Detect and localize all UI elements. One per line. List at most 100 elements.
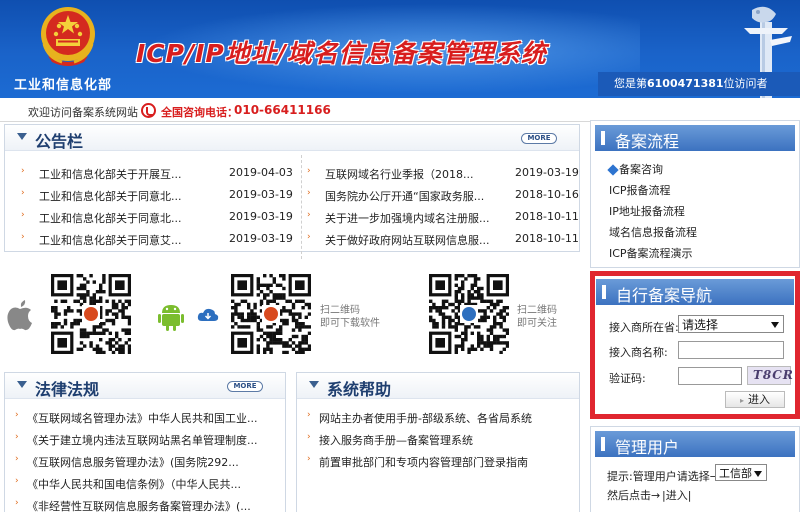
news-title[interactable]: 互联网域名行业季报（2018... <box>325 166 473 182</box>
bullet-icon: › <box>307 410 311 420</box>
process-item-domain[interactable]: 域名信息报备流程 <box>609 224 697 240</box>
bullet-icon: › <box>307 454 311 464</box>
announcement-more-button[interactable]: MORE <box>521 133 557 144</box>
scan-label: 扫二维码 <box>517 305 557 316</box>
law-title[interactable]: 《非经营性互联网信息服务备案管理办法》(... <box>27 498 251 512</box>
law-item[interactable]: › 《互联网信息服务管理办法》(国务院292... <box>15 451 280 471</box>
law-item[interactable]: › 《互联网域名管理办法》中华人民共和国工业... <box>15 407 280 427</box>
law-item[interactable]: › 《关于建立境内违法互联网站黑名单管理制度... <box>15 429 280 449</box>
android-icon[interactable] <box>155 300 187 332</box>
news-row[interactable]: › 工业和信息化部关于同意北... 2019-03-19 <box>21 207 293 227</box>
process-item-ip[interactable]: IP地址报备流程 <box>609 203 685 219</box>
laws-panel: 法律法规 MORE › 《互联网域名管理办法》中华人民共和国工业... › 《关… <box>4 372 286 512</box>
hotline-number: 010-66411166 <box>234 103 331 117</box>
admin-then-click: 然后点击→ <box>607 489 661 502</box>
news-row[interactable]: › 工业和信息化部关于开展互... 2019-04-03 <box>21 163 293 183</box>
bullet-icon: › <box>21 166 25 176</box>
news-row[interactable]: › 关于做好政府网站互联网信息服... 2018-10-11 <box>307 229 579 249</box>
law-title[interactable]: 《中华人民共和国电信条例》（中华人民共... <box>27 476 241 492</box>
help-panel: 系统帮助 › 网站主办者使用手册-部级系统、各省局系统 › 接入服务商手册—备案… <box>296 372 580 512</box>
news-row[interactable]: › 工业和信息化部关于同意艾... 2019-03-19 <box>21 229 293 249</box>
news-row[interactable]: › 互联网域名行业季报（2018... 2019-03-19 <box>307 163 579 183</box>
scan-label: 扫二维码 <box>320 305 360 316</box>
laws-header: 法律法规 MORE <box>5 373 285 399</box>
bullet-icon: › <box>307 432 311 442</box>
hotline-label: 全国咨询电话： <box>161 106 238 119</box>
news-title[interactable]: 工业和信息化部关于开展互... <box>39 166 182 182</box>
bullet-icon: › <box>21 232 25 242</box>
process-title: 备案流程 <box>615 132 680 151</box>
laws-more-button[interactable]: MORE <box>227 381 263 392</box>
admin-select-value: 工信部 <box>719 467 752 480</box>
bullet-icon: › <box>15 432 19 442</box>
page: 工业和信息化部 ICP/IP地址/域名信息备案管理系统 您是第610047138… <box>0 0 800 512</box>
law-title[interactable]: 《互联网域名管理办法》中华人民共和国工业... <box>27 410 258 426</box>
follow-label: 即可关注 <box>517 318 557 329</box>
admin-enter-link[interactable]: |进入| <box>662 487 691 503</box>
qr-code-ios <box>51 274 132 355</box>
admin-select[interactable]: 工信部 <box>715 464 767 481</box>
news-title[interactable]: 工业和信息化部关于同意北... <box>39 210 182 226</box>
process-item-icp[interactable]: ICP报备流程 <box>609 182 671 198</box>
help-item[interactable]: › 前置审批部门和专项内容管理部门登录指南 <box>307 451 572 471</box>
qr-code-wechat <box>429 274 510 355</box>
news-date: 2019-04-03 <box>229 166 293 179</box>
cloud-download-icon[interactable] <box>197 307 219 323</box>
highlight-frame <box>590 271 800 419</box>
process-item-label: 备案咨询 <box>619 163 663 176</box>
qr-pattern <box>51 274 132 355</box>
process-item-consult[interactable]: 备案咨询 <box>607 161 663 177</box>
news-row[interactable]: › 工业和信息化部关于同意北... 2019-03-19 <box>21 185 293 205</box>
news-title[interactable]: 工业和信息化部关于同意北... <box>39 188 182 204</box>
news-date: 2019-03-19 <box>229 210 293 223</box>
bullet-icon: › <box>307 188 311 198</box>
announcement-header: 公告栏 MORE <box>5 125 579 151</box>
law-title[interactable]: 《互联网信息服务管理办法》(国务院292... <box>27 454 239 470</box>
bullet-icon: › <box>307 210 311 220</box>
admin-hint: 提示:管理用户请选择→ <box>607 470 719 483</box>
welcome-text: 欢迎访问备案系统网站 <box>28 106 138 119</box>
org-name: 工业和信息化部 <box>14 78 113 93</box>
welcome-separator: | <box>130 104 134 117</box>
news-title[interactable]: 工业和信息化部关于同意艾... <box>39 232 182 248</box>
help-title[interactable]: 接入服务商手册—备案管理系统 <box>319 432 473 448</box>
help-title[interactable]: 网站主办者使用手册-部级系统、各省局系统 <box>319 410 532 426</box>
welcome-bar: 欢迎访问备案系统网站 | 全国咨询电话： 010-66411166 <box>0 100 800 122</box>
process-panel: 备案流程 备案咨询 ICP报备流程 IP地址报备流程 域名信息报备流程 ICP备… <box>590 120 800 268</box>
process-header: 备案流程 <box>595 125 795 151</box>
chevron-down-icon <box>17 133 27 140</box>
process-item-label: 域名信息报备流程 <box>609 226 697 239</box>
news-date: 2018-10-16 <box>515 188 579 201</box>
apple-icon[interactable] <box>6 298 34 332</box>
visitor-counter: 您是第6100471381位访问者 <box>598 72 800 96</box>
process-item-label: IP地址报备流程 <box>609 205 685 218</box>
law-item[interactable]: › 《非经营性互联网信息服务备案管理办法》(... <box>15 495 280 512</box>
news-row[interactable]: › 关于进一步加强境内域名注册服... 2018-10-11 <box>307 207 579 227</box>
bullet-icon: › <box>21 210 25 220</box>
gem-icon <box>607 164 619 176</box>
process-item-label: ICP报备流程 <box>609 184 671 197</box>
chevron-down-icon <box>309 381 319 388</box>
admin-title: 管理用户 <box>615 438 680 457</box>
news-title[interactable]: 国务院办公厅开通“国家政务服... <box>325 188 484 204</box>
law-title[interactable]: 《关于建立境内违法互联网站黑名单管理制度... <box>27 432 258 448</box>
scan-follow-text: 扫二维码 即可关注 <box>517 304 557 330</box>
news-row[interactable]: › 国务院办公厅开通“国家政务服... 2018-10-16 <box>307 185 579 205</box>
help-item[interactable]: › 接入服务商手册—备案管理系统 <box>307 429 572 449</box>
visitor-suffix: 位访问者 <box>723 77 768 90</box>
bullet-icon: › <box>15 498 19 508</box>
bullet-icon: › <box>21 188 25 198</box>
news-title[interactable]: 关于做好政府网站互联网信息服... <box>325 232 490 248</box>
news-date: 2018-10-11 <box>515 232 579 245</box>
bullet-icon: › <box>15 454 19 464</box>
announcement-divider <box>301 155 302 259</box>
help-title[interactable]: 前置审批部门和专项内容管理部门登录指南 <box>319 454 528 470</box>
process-item-demo[interactable]: ICP备案流程演示 <box>609 245 693 261</box>
bullet-icon: › <box>15 410 19 420</box>
news-title[interactable]: 关于进一步加强境内域名注册服... <box>325 210 490 226</box>
help-item[interactable]: › 网站主办者使用手册-部级系统、各省局系统 <box>307 407 572 427</box>
dropdown-arrow-icon <box>754 471 762 477</box>
national-emblem-icon <box>41 7 95 66</box>
law-item[interactable]: › 《中华人民共和国电信条例》（中华人民共... <box>15 473 280 493</box>
news-date: 2018-10-11 <box>515 210 579 223</box>
